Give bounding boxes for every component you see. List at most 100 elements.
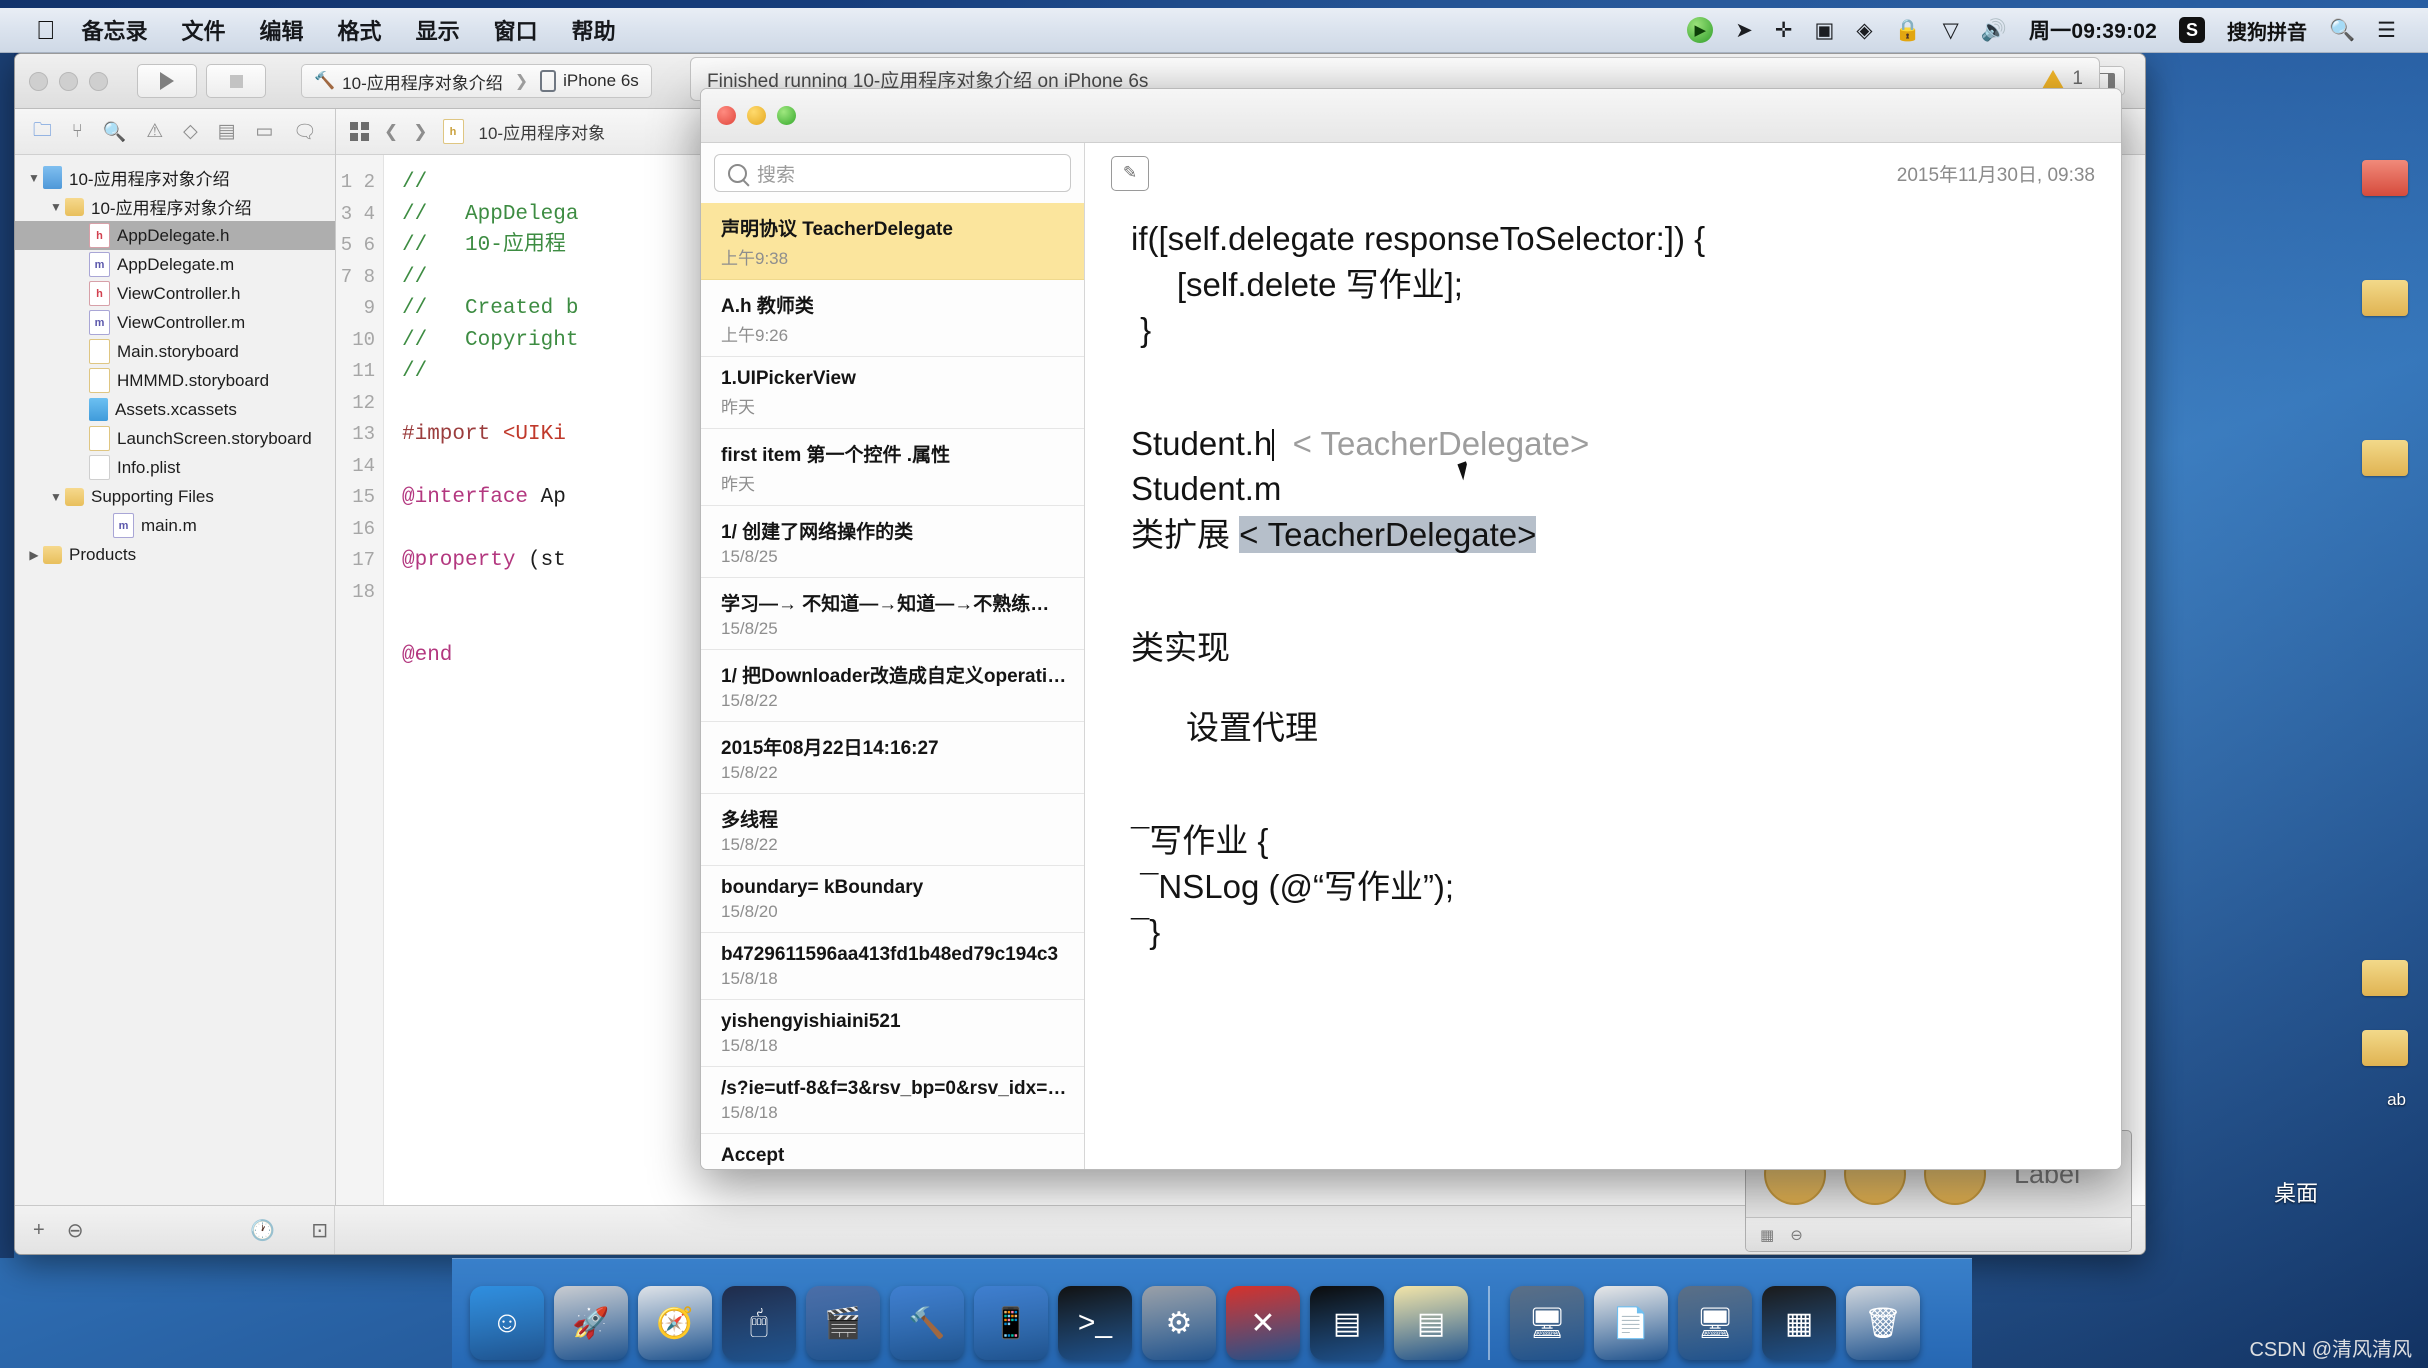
note-list-item[interactable]: Accept15/8/14: [701, 1134, 1084, 1169]
tab-test-navigator[interactable]: ◇: [183, 120, 198, 143]
desktop-icon-2[interactable]: [2362, 280, 2408, 316]
tree-item-main.m[interactable]: m main.m: [15, 511, 335, 540]
menu-item-notes[interactable]: 备忘录: [82, 14, 148, 46]
scheme-device[interactable]: iPhone 6s: [528, 65, 651, 97]
mouse-icon[interactable]: 🖱: [722, 1286, 796, 1360]
notification-center-icon[interactable]: ☰: [2377, 20, 2396, 41]
screenshot-icon[interactable]: 🖥: [1510, 1286, 1584, 1360]
tree-item-HMMMD.storyboard[interactable]: HMMMD.storyboard: [15, 366, 335, 395]
chevron-right-icon[interactable]: ❯: [413, 122, 427, 142]
note-list-item[interactable]: 学习—→ 不知道—→知道—→不熟练—→熟… 15/8/25: [701, 578, 1084, 650]
notes-list[interactable]: 声明协议 TeacherDelegate 上午9:38 A.h 教师类 上午9:26 1…: [701, 203, 1084, 1169]
scheme-selector[interactable]: 🔨 10-应用程序对象介绍 ❯ iPhone 6s: [301, 64, 652, 98]
menu-item-window[interactable]: 窗口: [494, 14, 538, 46]
volume-icon[interactable]: 🔊: [1981, 20, 2007, 41]
ime-name[interactable]: 搜狗拼音: [2227, 16, 2307, 45]
finder-icon[interactable]: ☺: [470, 1286, 544, 1360]
note-content[interactable]: if([self.delegate responseToSelector:]) …: [1085, 203, 2121, 1169]
tree-item-AppDelegate.h[interactable]: h AppDelegate.h: [15, 221, 335, 250]
related-items-icon[interactable]: [350, 122, 369, 141]
disclosure-triangle-icon[interactable]: ▼: [47, 490, 65, 504]
disclosure-triangle-icon[interactable]: ▶: [25, 548, 43, 562]
document-icon[interactable]: 📄: [1594, 1286, 1668, 1360]
apple-icon[interactable]: : [36, 17, 56, 43]
trash-icon[interactable]: 🗑: [1846, 1286, 1920, 1360]
warning-indicator[interactable]: 1: [2042, 68, 2083, 90]
xcode-icon[interactable]: 🔨: [890, 1286, 964, 1360]
archive-icon[interactable]: ▦: [1762, 1286, 1836, 1360]
tab-source-control-navigator[interactable]: ⑂: [72, 121, 83, 143]
screenshot2-icon[interactable]: 🖥: [1678, 1286, 1752, 1360]
ime-badge-icon[interactable]: S: [2179, 17, 2206, 43]
note-list-item[interactable]: /s?ie=utf-8&f=3&rsv_bp=0&rsv_idx=1… 15/8/…: [701, 1067, 1084, 1134]
lock-icon[interactable]: 🔒: [1894, 20, 1920, 41]
menu-item-view[interactable]: 显示: [416, 14, 460, 46]
note-list-item[interactable]: 2015年08月22日14:16:27 15/8/22: [701, 722, 1084, 794]
bluetooth-icon[interactable]: ✛: [1775, 20, 1793, 41]
system-preferences-icon[interactable]: ⚙: [1142, 1286, 1216, 1360]
tree-item-ViewController.m[interactable]: m ViewController.m: [15, 308, 335, 337]
desktop-icon-3[interactable]: [2362, 440, 2408, 476]
menu-item-edit[interactable]: 编辑: [260, 14, 304, 46]
tab-project-navigator[interactable]: 🗀: [33, 116, 52, 148]
tree-item-ViewController.h[interactable]: h ViewController.h: [15, 279, 335, 308]
notes-icon[interactable]: ▤: [1394, 1286, 1468, 1360]
note-list-item[interactable]: 声明协议 TeacherDelegate 上午9:38: [701, 203, 1084, 280]
xcode-close-button[interactable]: [29, 71, 48, 91]
tab-debug-navigator[interactable]: ▤: [217, 120, 235, 143]
compose-icon[interactable]: ✎: [1111, 155, 1149, 191]
tree-item-10[interactable]: ▼ 10-应用程序对象介绍: [15, 192, 335, 221]
layout-icon[interactable]: ⊡: [311, 1218, 334, 1243]
disclosure-triangle-icon[interactable]: ▼: [47, 200, 65, 214]
iterm-icon[interactable]: ▤: [1310, 1286, 1384, 1360]
run-button[interactable]: [137, 64, 197, 98]
tree-item-10[interactable]: ▼ 10-应用程序对象介绍: [15, 163, 335, 192]
location-icon[interactable]: ➤: [1735, 20, 1753, 41]
note-list-item[interactable]: 1/ 创建了网络操作的类 15/8/25: [701, 506, 1084, 578]
notes-window[interactable]: 搜索 声明协议 TeacherDelegate 上午9:38 A.h 教师类 上午9:…: [700, 88, 2122, 1170]
disclosure-triangle-icon[interactable]: ▼: [25, 171, 43, 185]
safari-icon[interactable]: 🧭: [638, 1286, 712, 1360]
stop-circle-icon[interactable]: ⊖: [1790, 1226, 1803, 1244]
notes-close-button[interactable]: [717, 106, 736, 125]
clock-icon[interactable]: 🕐: [250, 1218, 289, 1243]
tree-item-LaunchScreen.storyboard[interactable]: LaunchScreen.storyboard: [15, 424, 335, 453]
desktop-icon-1[interactable]: [2362, 160, 2408, 196]
note-list-item[interactable]: 多线程 15/8/22: [701, 794, 1084, 866]
terminal-icon[interactable]: >_: [1058, 1286, 1132, 1360]
search-input[interactable]: 搜索: [714, 154, 1071, 192]
launchpad-icon[interactable]: 🚀: [554, 1286, 628, 1360]
note-list-item[interactable]: 1/ 把Downloader改造成自定义operation 15/8/22: [701, 650, 1084, 722]
note-list-item[interactable]: A.h 教师类 上午9:26: [701, 280, 1084, 357]
xcode-maximize-button[interactable]: [89, 71, 108, 91]
note-list-item[interactable]: first item 第一个控件 .属性 昨天: [701, 429, 1084, 506]
quicktime-icon[interactable]: 🎬: [806, 1286, 880, 1360]
scheme-project[interactable]: 🔨 10-应用程序对象介绍: [302, 65, 515, 97]
project-file-tree[interactable]: ▼ 10-应用程序对象介绍 ▼ 10-应用程序对象介绍 h AppDelegate.h m A…: [15, 155, 335, 1206]
menu-item-format[interactable]: 格式: [338, 14, 382, 46]
tree-item-AppDelegate.m[interactable]: m AppDelegate.m: [15, 250, 335, 279]
notes-minimize-button[interactable]: [747, 106, 766, 125]
chevron-left-icon[interactable]: ❮: [384, 122, 398, 142]
tree-item-Info.plist[interactable]: Info.plist: [15, 453, 335, 482]
xcode-beta-icon[interactable]: 📱: [974, 1286, 1048, 1360]
wifi-icon[interactable]: ▽: [1943, 20, 1959, 41]
tab-report-navigator[interactable]: 🗨: [293, 120, 317, 144]
note-list-item[interactable]: boundary= kBoundary 15/8/20: [701, 866, 1084, 933]
menu-clock[interactable]: 周一09:39:02: [2029, 15, 2157, 45]
search-icon[interactable]: 🔍: [2329, 20, 2355, 41]
jumpbar-file[interactable]: h 10-应用程序对象: [442, 119, 605, 144]
menu-item-help[interactable]: 帮助: [572, 14, 616, 46]
menu-item-file[interactable]: 文件: [182, 14, 226, 46]
tab-symbol-navigator[interactable]: 🔍: [103, 120, 127, 144]
note-list-item[interactable]: 1.UIPickerView 昨天: [701, 357, 1084, 429]
desktop-icon-4[interactable]: [2362, 960, 2408, 996]
airplay-icon[interactable]: ◈: [1856, 20, 1872, 41]
tree-item-Assets.xcassets[interactable]: Assets.xcassets: [15, 395, 335, 424]
screen-record-icon[interactable]: ▶: [1687, 17, 1714, 43]
xmind-icon[interactable]: ✕: [1226, 1286, 1300, 1360]
tab-breakpoint-navigator[interactable]: ▭: [255, 120, 273, 143]
tree-item-SupportingFiles[interactable]: ▼ Supporting Files: [15, 482, 335, 511]
note-list-item[interactable]: b4729611596aa413fd1b48ed79c194c3 15/8/18: [701, 933, 1084, 1000]
notes-maximize-button[interactable]: [777, 106, 796, 125]
